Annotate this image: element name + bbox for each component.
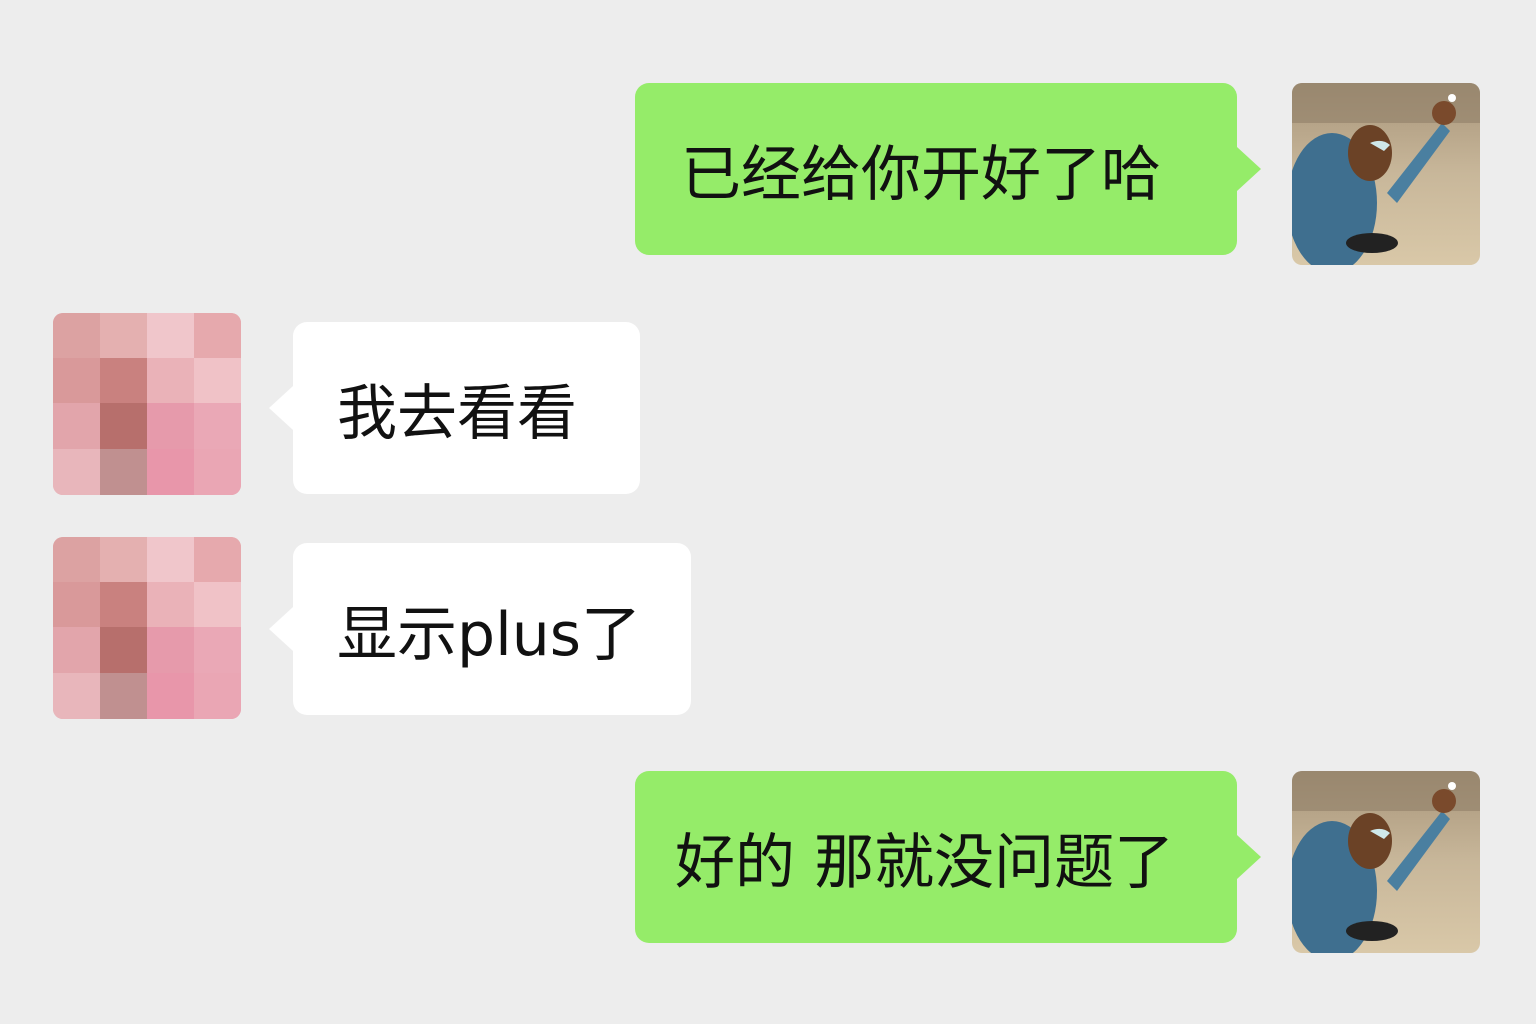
girl-waving-photo-icon: [1292, 83, 1480, 265]
message-bubble-received[interactable]: 我去看看: [269, 322, 640, 494]
message-text: 好的 那就没问题了: [675, 827, 1175, 898]
pixelated-avatar-icon: [53, 537, 241, 719]
girl-waving-photo-icon: [1292, 771, 1480, 953]
bubble-tail: [1237, 835, 1261, 879]
message-text: 显示plus了: [337, 599, 642, 670]
message-text: 已经给你开好了哈: [681, 139, 1161, 210]
my-avatar[interactable]: [1292, 771, 1480, 953]
pixelated-avatar-icon: [53, 313, 241, 495]
contact-avatar[interactable]: [53, 313, 241, 495]
message-bubble-received[interactable]: 显示plus了: [269, 543, 691, 715]
message-text: 我去看看: [337, 378, 577, 449]
message-bubble-sent[interactable]: 好的 那就没问题了: [635, 771, 1261, 943]
message-bubble-sent[interactable]: 已经给你开好了哈: [635, 83, 1261, 255]
contact-avatar[interactable]: [53, 537, 241, 719]
bubble-tail: [1237, 147, 1261, 191]
bubble-tail: [269, 607, 293, 651]
my-avatar[interactable]: [1292, 83, 1480, 265]
bubble-tail: [269, 386, 293, 430]
